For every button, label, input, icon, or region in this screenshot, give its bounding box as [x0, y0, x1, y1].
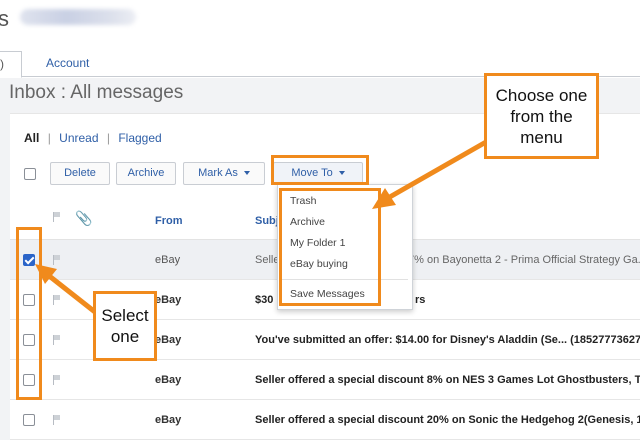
mark-as-button[interactable]: Mark As — [183, 162, 265, 185]
flag-icon[interactable] — [53, 335, 61, 345]
filter-unread[interactable]: Unread — [59, 131, 98, 145]
filter-separator: | — [47, 131, 51, 145]
flag-icon[interactable] — [53, 415, 61, 425]
message-sender: eBay — [155, 414, 182, 426]
tab-previous[interactable]: ) — [0, 51, 22, 78]
archive-button[interactable]: Archive — [116, 162, 176, 185]
callout-line: Select — [101, 306, 149, 325]
flag-icon[interactable] — [53, 375, 61, 385]
callout-line: menu — [520, 128, 563, 147]
message-subject-tail: 7% on Bayonetta 2 - Prima Official Strat… — [408, 254, 640, 266]
callout-choose-one: Choose one from the menu — [484, 73, 599, 159]
message-sender: eBay — [155, 294, 182, 306]
tab-account[interactable]: Account — [46, 56, 89, 70]
flag-icon[interactable] — [53, 295, 61, 305]
callout-line: one — [110, 327, 140, 346]
select-all-checkbox[interactable] — [24, 168, 36, 180]
filter-separator: | — [106, 131, 110, 145]
app-title-partial: s — [0, 6, 9, 31]
message-sender: eBay — [155, 374, 182, 386]
callout-line: from the — [510, 107, 573, 126]
flag-icon[interactable] — [53, 212, 61, 222]
column-header-from[interactable]: From — [155, 215, 183, 227]
delete-button[interactable]: Delete — [50, 162, 110, 185]
table-row[interactable]: eBay Seller offered a special discount 2… — [10, 400, 640, 440]
message-subject: Seller offered a special discount 8% on … — [255, 374, 640, 386]
message-subject: Seller offered a special discount 20% on… — [255, 414, 640, 426]
move-to-highlight — [271, 155, 369, 185]
flag-icon[interactable] — [53, 255, 61, 265]
checkbox-column-highlight — [16, 227, 42, 400]
page-title: Inbox : All messages — [9, 82, 184, 103]
column-header-subject[interactable]: Subj — [255, 215, 279, 227]
menu-highlight — [279, 188, 381, 306]
message-sender: eBay — [155, 334, 182, 346]
chevron-down-icon — [243, 171, 250, 176]
message-subject-tail: rs — [415, 294, 426, 306]
message-filters: All | Unread | Flagged — [24, 131, 162, 145]
table-row[interactable]: eBay Seller offered a special discount 8… — [10, 360, 640, 400]
filter-flagged[interactable]: Flagged — [118, 131, 161, 145]
filter-all[interactable]: All — [24, 131, 39, 145]
row-checkbox[interactable] — [23, 414, 35, 426]
message-sender: eBay — [155, 254, 181, 266]
callout-line: Choose one — [495, 86, 588, 105]
mark-as-label: Mark As — [198, 167, 238, 179]
blurred-account-name — [20, 9, 136, 25]
attachment-icon: 📎 — [75, 210, 93, 226]
callout-select-one: Select one — [93, 291, 157, 361]
message-subject: You've submitted an offer: $14.00 for Di… — [255, 334, 640, 346]
